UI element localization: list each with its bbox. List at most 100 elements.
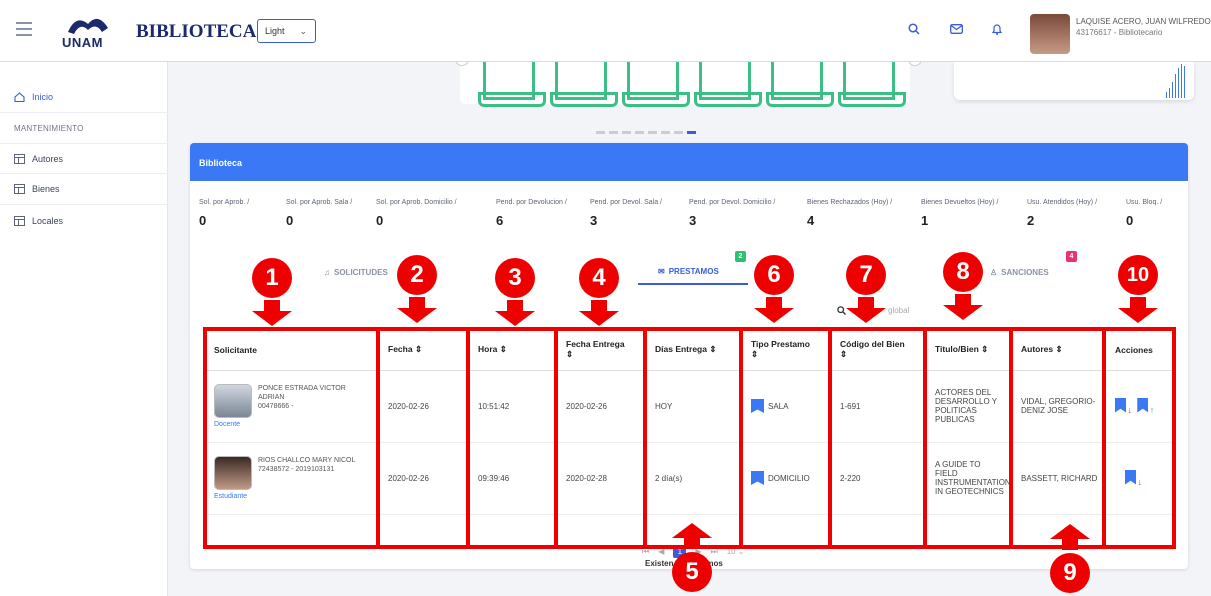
arrow-down-icon [940, 294, 986, 320]
stat-item: Bienes Rechazados (Hoy) / 4 [807, 199, 892, 228]
sort-icon: ⇕ [709, 344, 717, 355]
stat-label: Bienes Rechazados (Hoy) / [807, 199, 893, 206]
carousel-dot[interactable] [609, 131, 618, 134]
stat-label: Sol. por Aprob. Sala / [286, 199, 353, 206]
cell-solicitante: RIOS CHALLCO MARY NICOL 72438572 - 20191… [206, 442, 380, 515]
header-label: Solicitante [214, 344, 257, 355]
col-titulo-bien[interactable]: Titulo/Bien ⇕ [927, 330, 1013, 371]
book-icon [1115, 397, 1126, 413]
arrow-down-icon [394, 297, 440, 323]
page-size-value: 10 [726, 547, 736, 556]
stat-label: Bienes Devueltos (Hoy) / [921, 199, 999, 206]
sort-icon: ⇕ [981, 344, 989, 355]
sidebar-item-inicio[interactable]: Inicio [0, 82, 168, 113]
tab-prestamos[interactable]: ✉ PRESTAMOS 2 [638, 251, 748, 285]
stat-value: 3 [689, 213, 697, 228]
devolver-button[interactable]: ↓ [1115, 397, 1132, 415]
user-role: 43176617 - Bibliotecario [1076, 28, 1163, 37]
devolver-button[interactable]: ↓ [1125, 469, 1142, 487]
prev-page-icon[interactable]: ◀ [658, 547, 664, 556]
carousel-dot[interactable] [596, 131, 605, 134]
arrow-down-icon [751, 297, 797, 323]
sort-icon: ⇕ [1055, 344, 1063, 355]
col-fecha-entrega[interactable]: Fecha Entrega ⇕ [558, 330, 647, 371]
tab-badge: 2 [735, 251, 746, 262]
table-row: PONCE ESTRADA VICTOR ADRIAN 00478666 - D… [206, 370, 1173, 443]
book-clock-icon [751, 399, 764, 413]
stat-label: Pend. por Devolucion / [496, 199, 567, 206]
stat-item: Pend. por Devol. Domicilio / 3 [689, 199, 775, 228]
sidebar-item-locales[interactable]: Locales [0, 205, 168, 236]
solicitante-role: Estudiante [214, 493, 248, 500]
home-icon [14, 92, 25, 102]
cell-tipo-prestamo: DOMICILIO [743, 442, 832, 515]
solicitante-name: RIOS CHALLCO MARY NICOL [258, 457, 356, 464]
chart-card [954, 62, 1194, 100]
laptop-icon [766, 62, 834, 107]
carousel-dot-active[interactable] [687, 131, 696, 134]
stat-item: Bienes Devueltos (Hoy) / 1 [921, 199, 998, 228]
col-hora[interactable]: Hora ⇕ [470, 330, 558, 371]
solicitante-role: Docente [214, 421, 241, 428]
renovar-button[interactable]: ↑ [1137, 397, 1154, 415]
cell-titulo: A GUIDE TO FIELD INSTRUMENTATION IN GEOT… [927, 442, 1013, 515]
callout-2: 2 [397, 255, 437, 295]
brand-title: BIBLIOTECA [136, 21, 257, 42]
user-avatar[interactable] [1030, 14, 1070, 54]
stat-item: Pend. por Devol. Sala / 3 [590, 199, 662, 228]
col-fecha[interactable]: Fecha ⇕ [380, 330, 470, 371]
stat-value: 3 [590, 213, 598, 228]
first-page-icon[interactable]: ⏮ [642, 547, 649, 557]
header-label: Tipo Prestamo [751, 339, 810, 350]
carousel-dot[interactable] [635, 131, 644, 134]
book-icon [1137, 397, 1149, 413]
page-size-select[interactable]: 10 ⌄ [727, 547, 745, 556]
solicitante-id: 00478666 - [258, 403, 294, 410]
cell-fecha-entrega: 2020-02-28 [558, 442, 647, 515]
arrow-down-icon [843, 297, 889, 323]
tabs: ♫ SOLICITUDES ✉ PRESTAMOS 2 ♙ SANCIONES … [190, 251, 1188, 289]
header-label: Titulo/Bien [935, 344, 979, 355]
carousel-dot[interactable] [661, 131, 670, 134]
col-dias-entrega[interactable]: Días Entrega ⇕ [647, 330, 743, 371]
header-label: Fecha [388, 344, 413, 355]
theme-select[interactable]: Light ⌄ [257, 19, 316, 43]
tab-badge: 4 [1066, 251, 1077, 262]
laptop-icon [694, 62, 762, 107]
cell-solicitante: PONCE ESTRADA VICTOR ADRIAN 00478666 - D… [206, 370, 380, 443]
carousel-dot[interactable] [622, 131, 631, 134]
sort-icon: ⇕ [414, 344, 423, 355]
sidebar-item-autores[interactable]: Autores [0, 143, 168, 174]
tipo-label: DOMICILIO [768, 473, 810, 483]
arrow-down-icon [492, 300, 538, 326]
header-label: Acciones [1115, 344, 1153, 355]
laptop-icon [622, 62, 690, 107]
callout-9: 9 [1050, 553, 1090, 593]
tab-sanciones[interactable]: ♙ SANCIONES 4 [990, 251, 1077, 285]
stat-value: 1 [921, 213, 929, 228]
cell-fecha-entrega: 2020-02-26 [558, 370, 647, 443]
cell-fecha: 2020-02-26 [380, 370, 470, 443]
stat-value: 4 [807, 213, 815, 228]
carousel-dot[interactable] [648, 131, 657, 134]
header-label: Autores [1021, 344, 1054, 355]
carousel-dot[interactable] [674, 131, 683, 134]
col-tipo-prestamo[interactable]: Tipo Prestamo ⇕ [743, 330, 832, 371]
mail-icon[interactable] [947, 20, 965, 38]
cell-acciones: ↓ ↑ [1107, 370, 1173, 443]
tab-solicitudes[interactable]: ♫ SOLICITUDES [324, 259, 388, 285]
arrow-up-icon: ↑ [1149, 404, 1155, 415]
col-autores[interactable]: Autores ⇕ [1013, 330, 1107, 371]
col-codigo-bien[interactable]: Código del Bien ⇕ [832, 330, 927, 371]
search-icon[interactable] [905, 20, 923, 38]
stat-label: Sol. por Aprob. / [199, 199, 250, 206]
cell-autores: VIDAL, GREGORIO-DENIZ JOSE [1013, 370, 1107, 443]
menu-icon[interactable] [16, 22, 32, 36]
stat-label: Sol. por Aprob. Domicilio / [376, 199, 457, 206]
bell-icon[interactable] [988, 20, 1006, 38]
stat-value: 6 [496, 213, 504, 228]
sidebar-item-label: Bienes [32, 184, 60, 194]
sidebar-item-bienes[interactable]: Bienes [0, 174, 168, 205]
col-solicitante[interactable]: Solicitante [206, 330, 380, 371]
arrow-up-icon [1047, 524, 1093, 550]
